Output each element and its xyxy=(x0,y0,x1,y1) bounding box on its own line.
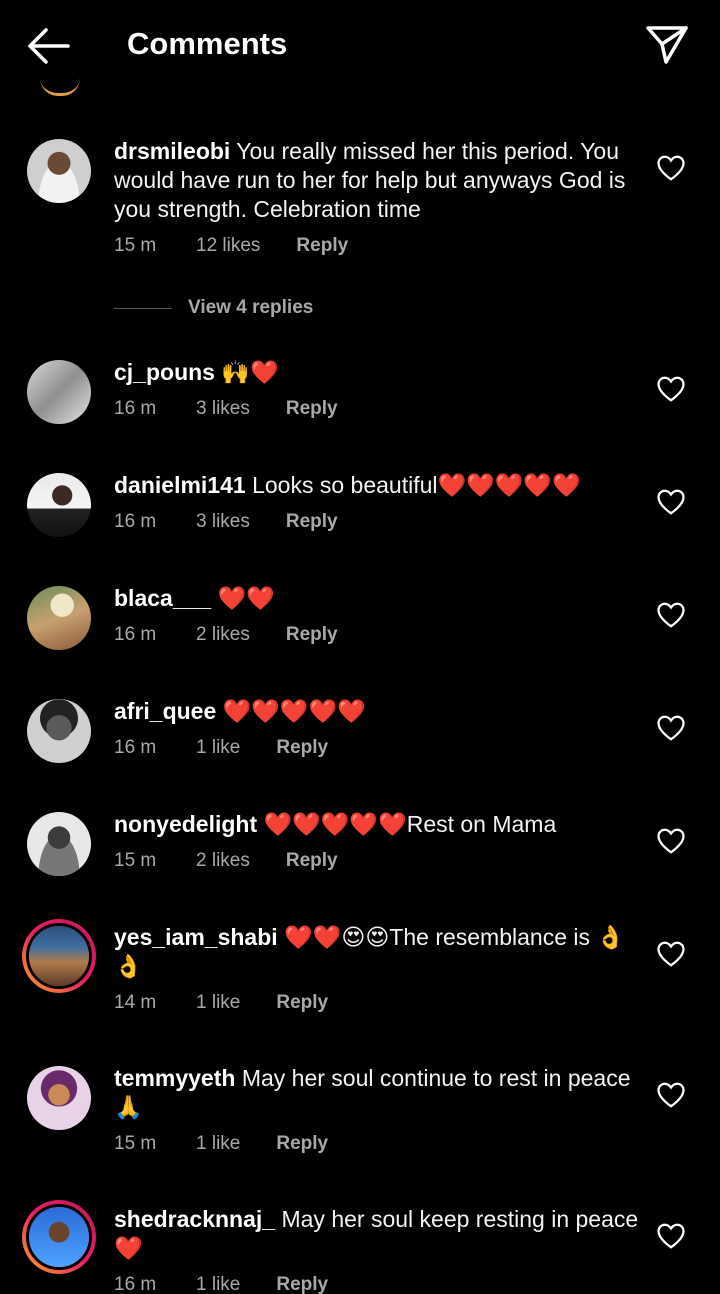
comment-likes[interactable]: 2 likes xyxy=(196,624,250,646)
avatar-story-ring[interactable] xyxy=(22,919,96,993)
comment-likes[interactable]: 1 like xyxy=(196,1133,240,1155)
avatar xyxy=(26,1204,92,1270)
comment-body: blaca___ ❤️❤️ xyxy=(114,584,644,613)
comment-meta: 16 m 1 like Reply xyxy=(114,1274,328,1294)
comment-text: ❤️❤️❤️❤️❤️Rest on Mama xyxy=(263,811,557,837)
reply-button[interactable]: Reply xyxy=(276,992,328,1014)
heart-outline-icon xyxy=(657,941,685,967)
comment-time: 15 m xyxy=(114,850,157,871)
avatar-story-ring[interactable] xyxy=(22,1200,96,1274)
comment-likes[interactable]: 1 like xyxy=(196,1274,240,1294)
heart-outline-icon xyxy=(657,155,685,181)
like-button[interactable] xyxy=(656,1222,686,1250)
comment-meta: 16 m 3 likes Reply xyxy=(114,398,338,420)
view-replies-button[interactable]: View 4 replies xyxy=(114,294,313,322)
comment-body: afri_quee ❤️❤️❤️❤️❤️ xyxy=(114,697,644,726)
comment-likes[interactable]: 3 likes xyxy=(196,398,250,420)
heart-outline-icon xyxy=(657,828,685,854)
avatar xyxy=(26,923,92,989)
view-replies-label: View 4 replies xyxy=(188,297,314,318)
comment-username[interactable]: afri_quee xyxy=(114,698,216,724)
comment-meta: 16 m 1 like Reply xyxy=(114,737,328,759)
share-button[interactable] xyxy=(644,22,690,68)
comment-meta: 16 m 2 likes Reply xyxy=(114,624,338,646)
heart-outline-icon xyxy=(657,1082,685,1108)
reply-button[interactable]: Reply xyxy=(286,511,338,533)
comment-likes[interactable]: 2 likes xyxy=(196,850,250,872)
comment-username[interactable]: yes_iam_shabi xyxy=(114,924,278,950)
comment-username[interactable]: nonyedelight xyxy=(114,811,257,837)
like-button[interactable] xyxy=(656,154,686,182)
comment-text: ❤️❤️ xyxy=(217,585,275,611)
reply-button[interactable]: Reply xyxy=(286,850,338,872)
comment-body: drsmileobi You really missed her this pe… xyxy=(114,137,644,224)
comment-username[interactable]: danielmi141 xyxy=(114,472,246,498)
paper-plane-icon xyxy=(646,26,688,64)
comment-likes[interactable]: 1 like xyxy=(196,737,240,759)
heart-outline-icon xyxy=(657,1223,685,1249)
avatar[interactable] xyxy=(27,139,91,203)
back-button[interactable] xyxy=(24,24,72,68)
comment-body: danielmi141 Looks so beautiful❤️❤️❤️❤️❤️ xyxy=(114,471,644,500)
heart-outline-icon xyxy=(657,376,685,402)
comment-body: yes_iam_shabi ❤️❤️😍😍The resemblance is 👌… xyxy=(114,923,644,981)
like-button[interactable] xyxy=(656,827,686,855)
comment-likes[interactable]: 3 likes xyxy=(196,511,250,533)
comment-username[interactable]: shedracknnaj_ xyxy=(114,1206,275,1232)
heart-outline-icon xyxy=(657,715,685,741)
reply-button[interactable]: Reply xyxy=(296,235,348,257)
avatar[interactable] xyxy=(27,473,91,537)
comment-text: ❤️❤️❤️❤️❤️ xyxy=(222,698,366,724)
comment-likes[interactable]: 12 likes xyxy=(196,235,260,257)
reply-button[interactable]: Reply xyxy=(286,624,338,646)
comment-time: 16 m xyxy=(114,737,157,758)
comment-text: 🙌❤️ xyxy=(221,359,279,385)
comment-likes[interactable]: 1 like xyxy=(196,992,240,1014)
comment-username[interactable]: cj_pouns xyxy=(114,359,215,385)
reply-button[interactable]: Reply xyxy=(276,1274,328,1294)
comment-meta: 15 m 2 likes Reply xyxy=(114,850,338,872)
comment-meta: 15 m 12 likes Reply xyxy=(114,235,348,257)
comment-time: 16 m xyxy=(114,624,157,645)
comment-body: temmyyeth May her soul continue to rest … xyxy=(114,1064,644,1122)
comment-body: nonyedelight ❤️❤️❤️❤️❤️Rest on Mama xyxy=(114,810,644,839)
comment-username[interactable]: drsmileobi xyxy=(114,138,230,164)
avatar[interactable] xyxy=(27,1066,91,1130)
like-button[interactable] xyxy=(656,1081,686,1109)
heart-outline-icon xyxy=(657,489,685,515)
divider xyxy=(114,307,172,309)
arrow-left-icon xyxy=(28,28,70,64)
avatar[interactable] xyxy=(27,586,91,650)
comments-screen: Comments drsmileobi You really missed he… xyxy=(0,0,720,1294)
reply-button[interactable]: Reply xyxy=(276,1133,328,1155)
comment-time: 16 m xyxy=(114,398,157,419)
avatar[interactable] xyxy=(27,699,91,763)
heart-outline-icon xyxy=(657,602,685,628)
comment-time: 14 m xyxy=(114,992,157,1013)
reply-button[interactable]: Reply xyxy=(286,398,338,420)
comment-time: 16 m xyxy=(114,1274,157,1294)
like-button[interactable] xyxy=(656,940,686,968)
like-button[interactable] xyxy=(656,375,686,403)
avatar[interactable] xyxy=(27,360,91,424)
like-button[interactable] xyxy=(656,714,686,742)
comment-username[interactable]: temmyyeth xyxy=(114,1065,235,1091)
comment-meta: 16 m 3 likes Reply xyxy=(114,511,338,533)
comment-meta: 14 m 1 like Reply xyxy=(114,992,328,1014)
page-title: Comments xyxy=(127,26,288,61)
comment-body: cj_pouns 🙌❤️ xyxy=(114,358,644,387)
header: Comments xyxy=(0,0,720,90)
comment-text: Looks so beautiful❤️❤️❤️❤️❤️ xyxy=(252,472,581,498)
like-button[interactable] xyxy=(656,488,686,516)
comment-meta: 15 m 1 like Reply xyxy=(114,1133,328,1155)
comment-time: 16 m xyxy=(114,511,157,532)
comment-body: shedracknnaj_ May her soul keep resting … xyxy=(114,1205,644,1263)
comment-time: 15 m xyxy=(114,235,157,256)
comment-username[interactable]: blaca___ xyxy=(114,585,211,611)
reply-button[interactable]: Reply xyxy=(276,737,328,759)
partial-avatar xyxy=(40,78,80,96)
comment-time: 15 m xyxy=(114,1133,157,1154)
like-button[interactable] xyxy=(656,601,686,629)
avatar[interactable] xyxy=(27,812,91,876)
